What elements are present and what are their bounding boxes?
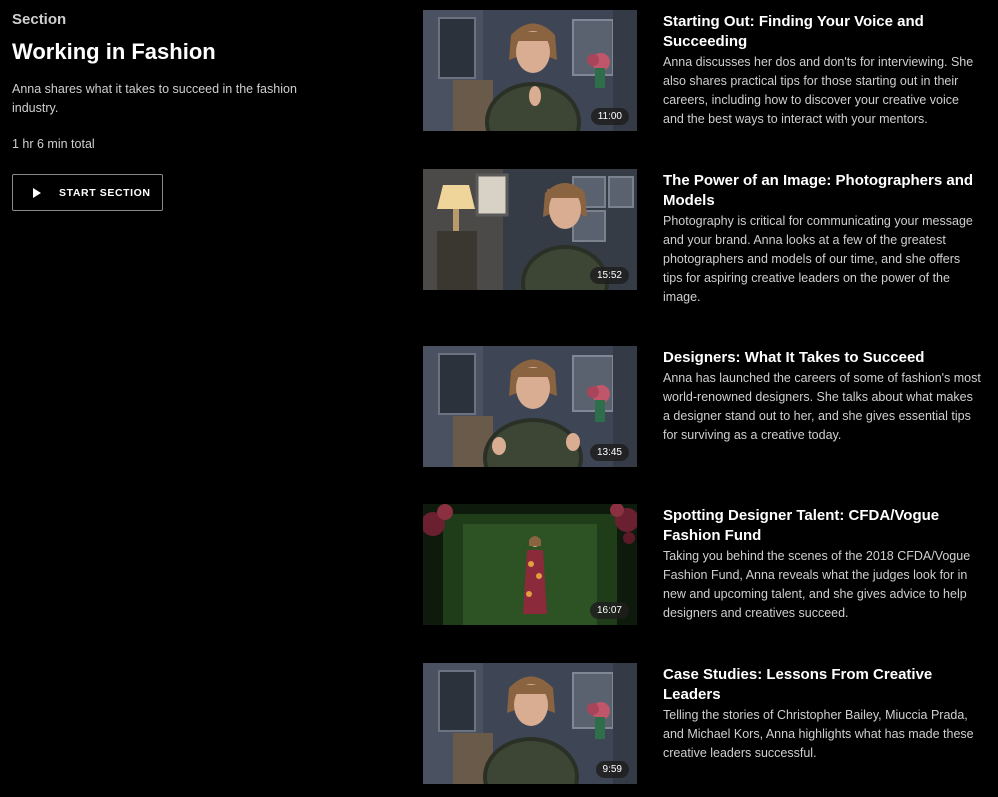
play-icon: [33, 187, 41, 198]
lesson-thumbnail[interactable]: 13:45: [423, 346, 637, 467]
lesson-description: Anna discusses her dos and don'ts for in…: [663, 55, 974, 126]
lesson-item[interactable]: 15:52 The Power of an Image: Photographe…: [423, 169, 983, 304]
lesson-thumbnail[interactable]: 9:59: [423, 663, 637, 784]
lesson-title[interactable]: Case Studies: Lessons From Creative Lead…: [663, 665, 981, 705]
section-panel: Section Working in Fashion Anna shares w…: [12, 10, 342, 211]
section-label: Section: [12, 11, 67, 28]
lesson-duration: 11:00: [590, 108, 629, 125]
lesson-description: Anna has launched the careers of some of…: [663, 371, 981, 442]
lesson-title[interactable]: The Power of an Image: Photographers and…: [663, 171, 981, 211]
lesson-thumbnail[interactable]: 15:52: [423, 169, 637, 290]
lesson-description: Taking you behind the scenes of the 2018…: [663, 549, 971, 620]
lesson-item[interactable]: 11:00 Starting Out: Finding Your Voice a…: [423, 10, 983, 132]
lesson-title[interactable]: Starting Out: Finding Your Voice and Suc…: [663, 12, 981, 52]
lesson-title[interactable]: Spotting Designer Talent: CFDA/Vogue Fas…: [663, 506, 981, 546]
start-section-label: START SECTION: [59, 186, 151, 199]
lesson-thumbnail[interactable]: 11:00: [423, 10, 637, 131]
lesson-item[interactable]: 9:59 Case Studies: Lessons From Creative…: [423, 663, 983, 785]
lesson-title[interactable]: Designers: What It Takes to Succeed: [663, 348, 981, 368]
section-title: Working in Fashion: [12, 39, 216, 64]
lesson-description: Telling the stories of Christopher Baile…: [663, 708, 974, 760]
lesson-item[interactable]: 13:45 Designers: What It Takes to Succee…: [423, 346, 983, 468]
lesson-duration: 16:07: [589, 602, 629, 619]
lesson-duration: 9:59: [595, 761, 629, 778]
lesson-duration: 15:52: [589, 267, 629, 284]
section-total-duration: 1 hr 6 min total: [12, 137, 95, 151]
lesson-duration: 13:45: [589, 444, 629, 461]
lesson-thumbnail[interactable]: 16:07: [423, 504, 637, 625]
lesson-description: Photography is critical for communicatin…: [663, 214, 973, 304]
section-description: Anna shares what it takes to succeed in …: [12, 82, 297, 115]
lesson-item[interactable]: 16:07 Spotting Designer Talent: CFDA/Vog…: [423, 504, 983, 626]
start-section-button[interactable]: START SECTION: [12, 174, 163, 211]
